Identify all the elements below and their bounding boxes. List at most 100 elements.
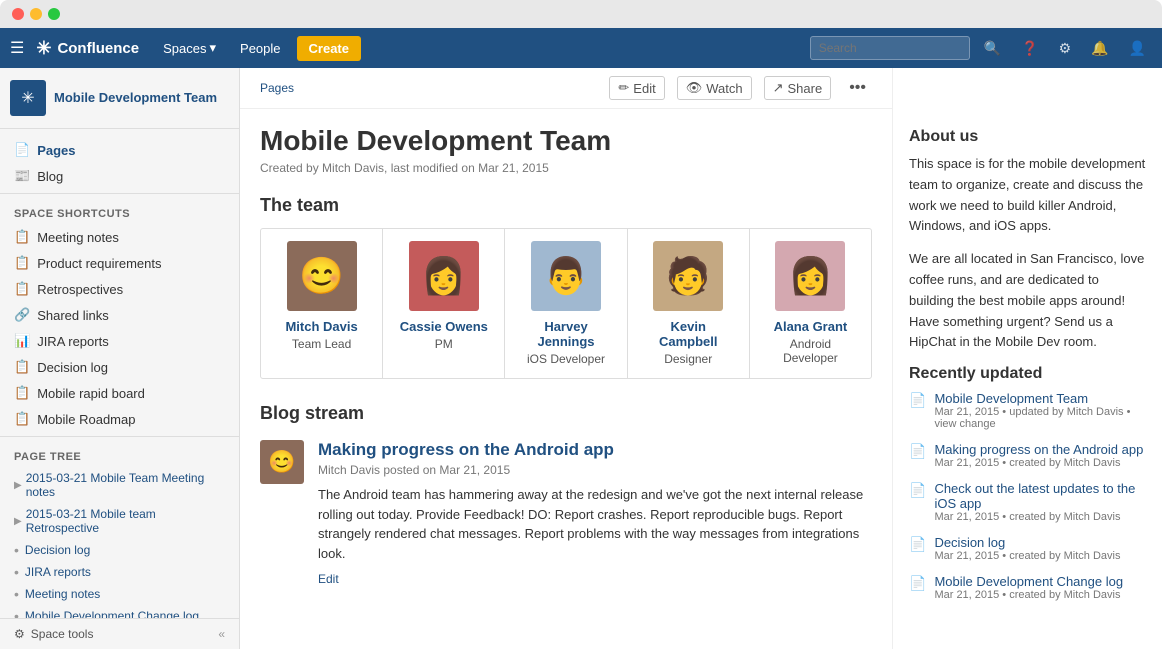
member-name-3[interactable]: Kevin Campbell — [644, 319, 733, 349]
avatar-emoji-4: 👩 — [788, 255, 833, 297]
recent-item-content-3: Decision log Mar 21, 2015 • created by M… — [934, 535, 1146, 562]
more-actions-button[interactable]: ••• — [843, 77, 872, 99]
recent-item-icon-0: 📄 — [909, 392, 926, 409]
sidebar-item-jira-reports[interactable]: 📊 JIRA reports — [0, 328, 239, 354]
sidebar-space-header[interactable]: ✳ Mobile Development Team — [0, 68, 239, 129]
edit-label: Edit — [633, 81, 655, 96]
sidebar-item-roadmap[interactable]: 📋 Mobile Roadmap — [0, 406, 239, 432]
member-name-4[interactable]: Alana Grant — [766, 319, 855, 334]
sidebar-blog-label: Blog — [37, 169, 63, 184]
space-tools-button[interactable]: ⚙ Space tools « — [0, 618, 239, 649]
member-name-2[interactable]: Harvey Jennings — [521, 319, 610, 349]
maximize-button[interactable] — [48, 8, 60, 20]
page-tree-label-5: Meeting notes — [25, 587, 100, 601]
blog-edit-link-0[interactable]: Edit — [318, 572, 339, 586]
minimize-button[interactable] — [30, 8, 42, 20]
member-avatar-2: 👨 — [531, 241, 601, 311]
logo-text: Confluence — [57, 40, 139, 57]
close-button[interactable] — [12, 8, 24, 20]
collapse-sidebar-icon[interactable]: « — [218, 627, 225, 641]
blog-post-content-0: Making progress on the Android app Mitch… — [318, 440, 872, 586]
blog-post-title-0[interactable]: Making progress on the Android app — [318, 440, 872, 460]
retrospectives-icon: 📋 — [14, 281, 30, 297]
spaces-label: Spaces — [163, 41, 206, 56]
space-name: Mobile Development Team — [54, 90, 217, 106]
jira-reports-icon: 📊 — [14, 333, 30, 349]
edit-button[interactable]: ✏ Edit — [609, 76, 664, 100]
member-role-1: PM — [399, 337, 488, 351]
recent-item-link-1[interactable]: Making progress on the Android app — [934, 442, 1146, 457]
spaces-button[interactable]: Spaces ▾ — [155, 36, 224, 60]
about-text-2: We are all located in San Francisco, lov… — [909, 249, 1146, 353]
sidebar-item-shared-links[interactable]: 🔗 Shared links — [0, 302, 239, 328]
recently-updated-title: Recently updated — [909, 365, 1146, 383]
recent-item-link-4[interactable]: Mobile Development Change log — [934, 574, 1146, 589]
member-name-0[interactable]: Mitch Davis — [277, 319, 366, 334]
sidebar-item-product-req[interactable]: 📋 Product requirements — [0, 250, 239, 276]
page-tree-label: PAGE TREE — [0, 441, 239, 467]
page-tree-item-5[interactable]: • Meeting notes — [0, 583, 239, 605]
help-icon-button[interactable]: ❓ — [1015, 36, 1044, 61]
recent-item-content-2: Check out the latest updates to the iOS … — [934, 481, 1146, 523]
rapid-board-label: Mobile rapid board — [37, 386, 145, 401]
user-avatar-button[interactable]: 👤 — [1123, 36, 1152, 61]
sidebar-item-rapid-board[interactable]: 📋 Mobile rapid board — [0, 380, 239, 406]
sidebar-item-meeting-notes[interactable]: 📋 Meeting notes — [0, 224, 239, 250]
page-title: Mobile Development Team — [260, 125, 872, 157]
recent-item-link-2[interactable]: Check out the latest updates to the iOS … — [934, 481, 1146, 511]
space-tools-icon: ⚙ — [14, 627, 25, 641]
blog-post-0: 😊 Making progress on the Android app Mit… — [260, 440, 872, 586]
recent-item-4: 📄 Mobile Development Change log Mar 21, … — [909, 574, 1146, 601]
menu-icon[interactable]: ☰ — [10, 38, 24, 58]
page-tree-item-1[interactable]: ▶ 2015-03-21 Mobile Team Meeting notes — [0, 467, 239, 503]
top-nav: ☰ ✳ Confluence Spaces ▾ People Create 🔍 … — [0, 28, 1162, 68]
recent-item-link-3[interactable]: Decision log — [934, 535, 1146, 550]
sidebar-divider-2 — [0, 436, 239, 437]
search-input[interactable] — [810, 36, 970, 60]
shared-links-label: Shared links — [37, 308, 109, 323]
confluence-logo-icon: ✳ — [36, 38, 51, 59]
page-tree-item-4[interactable]: • JIRA reports — [0, 561, 239, 583]
blog-date: Mar 21, 2015 — [439, 463, 510, 477]
breadcrumb-pages[interactable]: Pages — [260, 81, 294, 95]
sidebar-item-decision-log[interactable]: 📋 Decision log — [0, 354, 239, 380]
page-tree-item-3[interactable]: • Decision log — [0, 539, 239, 561]
sidebar-nav: 📄 Pages 📰 Blog SPACE SHORTCUTS 📋 Meeting… — [0, 129, 239, 649]
page-tree-item-2[interactable]: ▶ 2015-03-21 Mobile team Retrospective — [0, 503, 239, 539]
logo[interactable]: ✳ Confluence — [36, 38, 139, 59]
avatar-emoji-2: 👨 — [544, 255, 589, 297]
recent-item-link-0[interactable]: Mobile Development Team — [934, 391, 1146, 406]
watch-icon: 👁 — [686, 80, 703, 96]
share-button[interactable]: ↗ Share — [764, 76, 832, 100]
arrow-icon-2: ▶ — [14, 516, 22, 527]
recent-item-content-4: Mobile Development Change log Mar 21, 20… — [934, 574, 1146, 601]
recent-item-meta-1: Mar 21, 2015 • created by Mitch Davis — [934, 457, 1146, 469]
member-role-0: Team Lead — [277, 337, 366, 351]
product-req-icon: 📋 — [14, 255, 30, 271]
sidebar-item-retrospectives[interactable]: 📋 Retrospectives — [0, 276, 239, 302]
window-chrome — [0, 0, 1162, 28]
notifications-icon-button[interactable]: 🔔 — [1085, 36, 1114, 61]
sidebar-item-pages[interactable]: 📄 Pages — [0, 137, 239, 163]
meeting-notes-icon: 📋 — [14, 229, 30, 245]
sidebar-item-blog[interactable]: 📰 Blog — [0, 163, 239, 189]
spaces-chevron-icon: ▾ — [210, 40, 217, 56]
member-avatar-0: 😊 — [287, 241, 357, 311]
blog-author: Mitch Davis — [318, 463, 380, 477]
member-name-1[interactable]: Cassie Owens — [399, 319, 488, 334]
pages-icon: 📄 — [14, 142, 30, 158]
shared-links-icon: 🔗 — [14, 307, 30, 323]
sidebar: ✳ Mobile Development Team 📄 Pages 📰 Blog… — [0, 68, 240, 649]
blog-avatar-emoji: 😊 — [268, 449, 295, 475]
search-icon-button[interactable]: 🔍 — [978, 36, 1007, 61]
settings-icon-button[interactable]: ⚙ — [1053, 36, 1078, 61]
right-panel: About us This space is for the mobile de… — [892, 68, 1162, 649]
create-button[interactable]: Create — [297, 36, 361, 61]
team-member-4: 👩 Alana Grant Android Developer — [750, 229, 871, 378]
blog-post-avatar-0: 😊 — [260, 440, 304, 484]
member-avatar-3: 🧑 — [653, 241, 723, 311]
people-button[interactable]: People — [232, 37, 288, 60]
watch-button[interactable]: 👁 Watch — [677, 76, 752, 100]
retrospectives-label: Retrospectives — [37, 282, 123, 297]
page-tree-label-3: Decision log — [25, 543, 90, 557]
